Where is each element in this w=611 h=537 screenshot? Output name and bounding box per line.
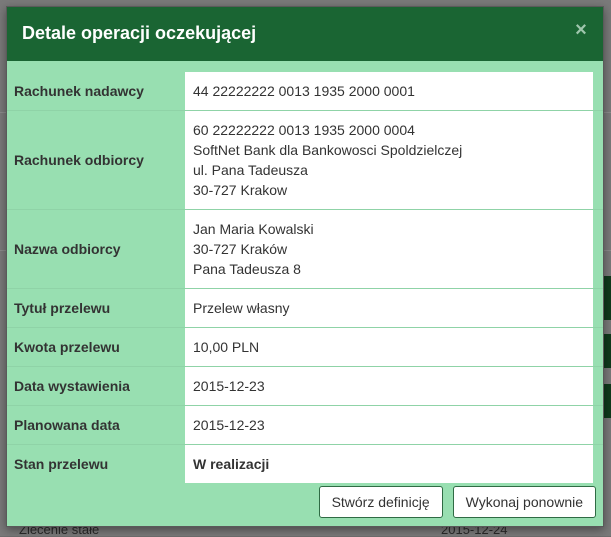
modal-title: Detale operacji oczekującej	[22, 23, 257, 43]
row-label: Nazwa odbiorcy	[14, 241, 121, 257]
row-value: 2015-12-23	[185, 367, 593, 405]
value-line: 10,00 PLN	[193, 339, 260, 355]
row-label: Rachunek nadawcy	[14, 83, 144, 99]
value-line: 44 22222222 0013 1935 2000 0001	[193, 83, 415, 99]
value-line: SoftNet Bank dla Bankowosci Spoldzielcze…	[193, 142, 463, 158]
modal-footer: Stwórz definicję Wykonaj ponownie	[318, 486, 596, 518]
row-label: Planowana data	[14, 417, 120, 433]
value-line: W realizacji	[193, 456, 270, 472]
row-value: Jan Maria Kowalski 30-727 Kraków Pana Ta…	[185, 210, 593, 288]
row-label: Data wystawienia	[14, 378, 130, 394]
execute-again-button[interactable]: Wykonaj ponownie	[452, 486, 596, 518]
value-line: ul. Pana Tadeusza	[193, 162, 308, 178]
pending-operation-modal: Detale operacji oczekującej × Rachunek n…	[6, 6, 604, 527]
value-line: Przelew własny	[193, 300, 290, 316]
row-label: Kwota przelewu	[14, 339, 120, 355]
value-line: 30-727 Kraków	[193, 241, 288, 257]
value-line: 2015-12-23	[193, 378, 265, 394]
value-line: 2015-12-23	[193, 417, 265, 433]
value-line: 60 22222222 0013 1935 2000 0004	[193, 122, 415, 138]
row-value: 44 22222222 0013 1935 2000 0001	[185, 72, 593, 110]
value-line: Pana Tadeusza 8	[193, 261, 301, 277]
row-value: 60 22222222 0013 1935 2000 0004 SoftNet …	[185, 111, 593, 209]
row-value: 10,00 PLN	[185, 328, 593, 366]
modal-header: Detale operacji oczekującej ×	[7, 7, 603, 61]
status-value: W realizacji	[185, 445, 593, 483]
row-recipient-account: Rachunek odbiorcy 60 22222222 0013 1935 …	[7, 111, 603, 210]
row-label: Tytuł przelewu	[14, 300, 111, 316]
row-issue-date: Data wystawienia 2015-12-23	[7, 367, 603, 406]
details-table: Rachunek nadawcy 44 22222222 0013 1935 2…	[7, 72, 603, 483]
row-transfer-status: Stan przelewu W realizacji	[7, 445, 603, 483]
close-icon[interactable]: ×	[571, 20, 591, 40]
row-transfer-title: Tytuł przelewu Przelew własny	[7, 289, 603, 328]
row-recipient-name: Nazwa odbiorcy Jan Maria Kowalski 30-727…	[7, 210, 603, 289]
row-value: Przelew własny	[185, 289, 593, 327]
row-value: 2015-12-23	[185, 406, 593, 444]
row-transfer-amount: Kwota przelewu 10,00 PLN	[7, 328, 603, 367]
row-label: Rachunek odbiorcy	[14, 152, 144, 168]
row-planned-date: Planowana data 2015-12-23	[7, 406, 603, 445]
value-line: 30-727 Krakow	[193, 182, 288, 198]
row-label: Stan przelewu	[14, 456, 109, 472]
create-definition-button[interactable]: Stwórz definicję	[318, 486, 443, 518]
value-line: Jan Maria Kowalski	[193, 221, 314, 237]
row-sender-account: Rachunek nadawcy 44 22222222 0013 1935 2…	[7, 72, 603, 111]
